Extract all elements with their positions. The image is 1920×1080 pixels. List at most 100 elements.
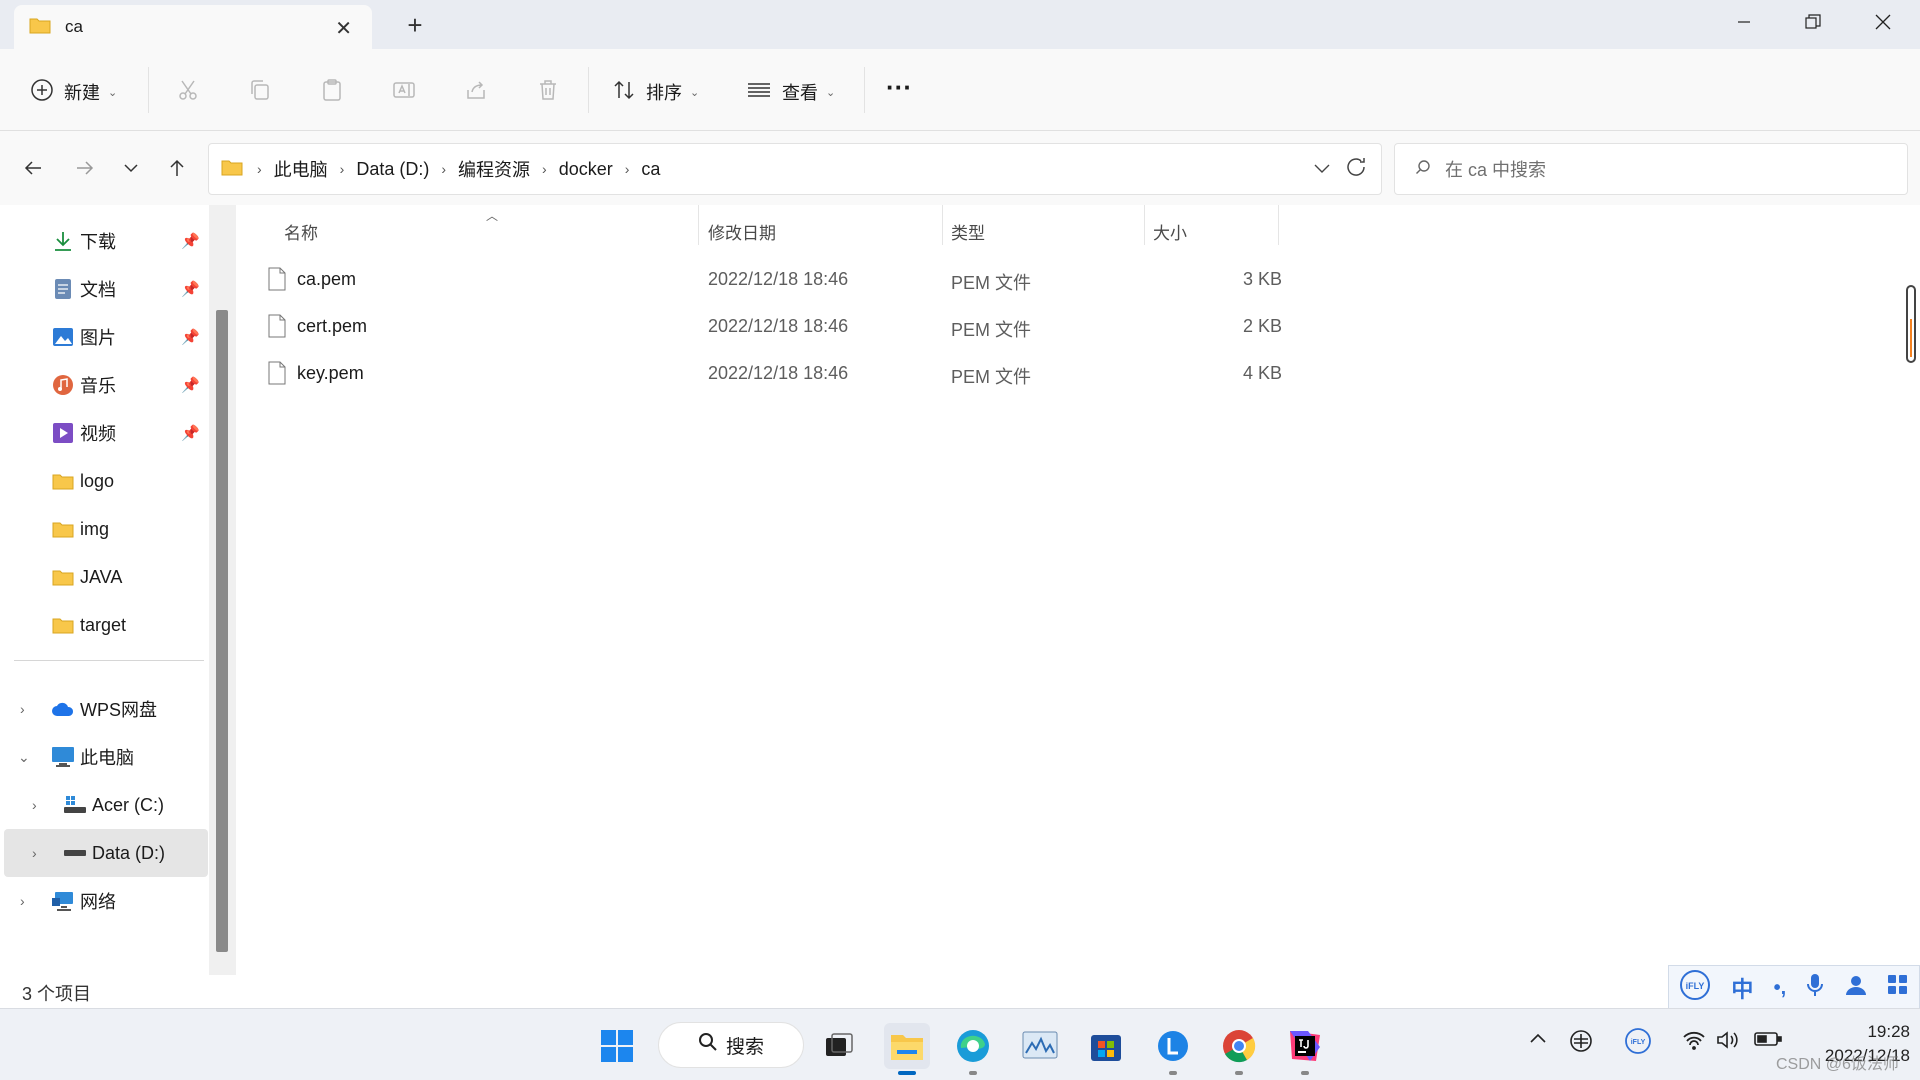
apps-grid-icon[interactable] xyxy=(1887,974,1909,1002)
up-button[interactable] xyxy=(162,153,192,183)
sidebar-item-java[interactable]: JAVA xyxy=(4,553,208,601)
store-icon[interactable] xyxy=(1083,1023,1129,1069)
sidebar-item-target[interactable]: target xyxy=(4,601,208,649)
ime-mode-toggle[interactable]: 中 xyxy=(1731,972,1753,1004)
sidebar-item-documents[interactable]: 文档 📌 xyxy=(4,265,208,313)
pin-icon[interactable]: 📌 xyxy=(181,328,200,346)
copy-button[interactable] xyxy=(248,76,272,108)
search-box[interactable]: 在 ca 中搜索 xyxy=(1394,143,1908,195)
delete-button[interactable] xyxy=(536,76,560,108)
pin-icon[interactable]: 📌 xyxy=(181,280,200,298)
column-header-date[interactable]: 修改日期 xyxy=(708,205,776,257)
paste-button[interactable] xyxy=(320,76,344,108)
close-window-button[interactable] xyxy=(1863,6,1903,38)
breadcrumb-ca[interactable]: ca xyxy=(641,159,660,180)
chevron-down-icon: ⌄ xyxy=(826,86,836,99)
folder-icon xyxy=(50,564,76,590)
chevron-right-icon[interactable]: › xyxy=(32,845,37,861)
forward-button[interactable] xyxy=(70,153,100,183)
microphone-icon[interactable] xyxy=(1806,973,1824,1003)
svg-text:iFLY: iFLY xyxy=(1686,981,1705,991)
chevron-down-icon[interactable]: ⌄ xyxy=(18,749,30,766)
pin-icon[interactable]: 📌 xyxy=(181,424,200,442)
edge-icon[interactable] xyxy=(950,1023,996,1075)
chevron-right-icon[interactable]: › xyxy=(32,797,37,813)
search-input[interactable]: 在 ca 中搜索 xyxy=(1445,156,1546,182)
pin-icon[interactable]: 📌 xyxy=(181,232,200,250)
new-tab-button[interactable]: + xyxy=(400,10,430,41)
sort-button[interactable]: 排序 ⌄ xyxy=(612,76,699,108)
new-button[interactable]: 新建 ⌄ xyxy=(30,76,117,108)
volume-icon[interactable] xyxy=(1716,1030,1740,1055)
restore-button[interactable] xyxy=(1793,6,1833,38)
file-explorer-taskbar-icon[interactable] xyxy=(884,1023,930,1075)
app-l-icon[interactable] xyxy=(1150,1023,1196,1075)
chrome-icon[interactable] xyxy=(1216,1023,1262,1075)
taskbar-search[interactable]: 搜索 xyxy=(658,1022,804,1068)
recent-locations-button[interactable] xyxy=(116,153,146,183)
column-divider[interactable] xyxy=(942,205,943,245)
sidebar-item-wps-cloud[interactable]: › WPS网盘 xyxy=(4,685,208,733)
refresh-icon[interactable] xyxy=(1344,155,1368,184)
rename-button[interactable] xyxy=(392,76,416,108)
back-button[interactable] xyxy=(18,153,48,183)
chevron-right-icon[interactable]: › xyxy=(20,701,25,717)
intellij-idea-icon[interactable] xyxy=(1282,1023,1328,1075)
ifly-tray-icon[interactable]: iFLY xyxy=(1624,1027,1652,1060)
file-row[interactable]: key.pem 2022/12/18 18:46 PEM 文件 4 KB xyxy=(262,351,1282,397)
tab-ca[interactable]: ca ✕ xyxy=(14,5,372,49)
sidebar-scrollbar-thumb[interactable] xyxy=(216,310,228,952)
clock-time: 19:28 xyxy=(1867,1022,1910,1041)
sidebar-item-label: Acer (C:) xyxy=(92,794,164,815)
column-header-name[interactable]: 名称 xyxy=(284,205,318,257)
column-divider[interactable] xyxy=(698,205,699,245)
sidebar-item-acer-c[interactable]: › Acer (C:) xyxy=(4,781,208,829)
minimize-button[interactable] xyxy=(1724,6,1764,38)
sidebar-item-data-d[interactable]: › Data (D:) xyxy=(4,829,208,877)
file-icon xyxy=(268,361,286,390)
address-dropdown-icon[interactable] xyxy=(1313,159,1331,182)
chevron-right-icon[interactable]: › xyxy=(20,893,25,909)
column-header-type[interactable]: 类型 xyxy=(951,205,985,257)
share-button[interactable] xyxy=(464,76,488,108)
pin-icon[interactable]: 📌 xyxy=(181,376,200,394)
breadcrumb-data-d[interactable]: Data (D:) xyxy=(356,159,429,180)
main-content: 下载 📌 文档 📌 图片 📌 音乐 📌 视频 📌 logo img JAVA t… xyxy=(0,205,1920,1010)
file-row[interactable]: cert.pem 2022/12/18 18:46 PEM 文件 2 KB xyxy=(262,304,1282,350)
computer-icon xyxy=(50,744,76,770)
column-divider[interactable] xyxy=(1144,205,1145,245)
sidebar-item-music[interactable]: 音乐 📌 xyxy=(4,361,208,409)
column-divider[interactable] xyxy=(1278,205,1279,245)
more-options-button[interactable]: ··· xyxy=(886,71,912,103)
file-name: cert.pem xyxy=(297,316,368,336)
breadcrumb-docker[interactable]: docker xyxy=(559,159,613,180)
address-bar[interactable]: › 此电脑 › Data (D:) › 编程资源 › docker › ca xyxy=(208,143,1382,195)
sidebar-item-logo[interactable]: logo xyxy=(4,457,208,505)
column-header-size[interactable]: 大小 xyxy=(1153,205,1187,257)
cut-button[interactable] xyxy=(176,76,200,108)
sidebar-item-label: 视频 xyxy=(80,424,116,444)
wifi-icon[interactable] xyxy=(1682,1030,1706,1055)
file-size: 3 KB xyxy=(1242,269,1282,289)
share-icon xyxy=(464,78,488,107)
ifly-logo-icon[interactable]: iFLY xyxy=(1679,969,1711,1007)
tab-close-icon[interactable]: ✕ xyxy=(335,16,352,41)
performance-monitor-icon[interactable] xyxy=(1017,1023,1063,1069)
start-button[interactable] xyxy=(594,1023,640,1069)
input-method-icon[interactable] xyxy=(1568,1028,1594,1059)
task-view-icon[interactable] xyxy=(816,1023,862,1069)
sidebar-item-img[interactable]: img xyxy=(4,505,208,553)
floating-scroll-widget[interactable] xyxy=(1906,285,1916,363)
sidebar-item-this-pc[interactable]: ⌄ 此电脑 xyxy=(4,733,208,781)
sidebar-item-network[interactable]: › 网络 xyxy=(4,877,208,925)
show-hidden-icons-chevron[interactable] xyxy=(1528,1030,1548,1051)
punctuation-icon[interactable]: •, xyxy=(1774,977,1787,1000)
breadcrumb-this-pc[interactable]: 此电脑 xyxy=(274,156,328,182)
user-icon[interactable] xyxy=(1845,974,1867,1002)
sidebar-item-videos[interactable]: 视频 📌 xyxy=(4,409,208,457)
breadcrumb-programming[interactable]: 编程资源 xyxy=(458,156,530,182)
file-row[interactable]: ca.pem 2022/12/18 18:46 PEM 文件 3 KB xyxy=(262,257,1282,303)
view-button[interactable]: 查看 ⌄ xyxy=(746,76,835,108)
sidebar-item-downloads[interactable]: 下载 📌 xyxy=(4,217,208,265)
sidebar-item-pictures[interactable]: 图片 📌 xyxy=(4,313,208,361)
